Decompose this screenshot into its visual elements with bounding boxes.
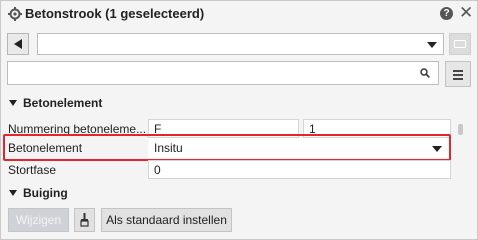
image-icon (454, 40, 466, 48)
search-icon[interactable] (420, 68, 430, 78)
search-field[interactable] (7, 61, 439, 85)
back-arrow-icon (14, 39, 22, 49)
section-buiging-label: Buiging (23, 186, 68, 200)
section-betonelement-label: Betonelement (23, 96, 103, 110)
properties-panel: Betonstrook (1 geselecteerd) ? ✕ Betonel… (0, 0, 478, 240)
gear-icon (8, 7, 22, 21)
selection-dropdown[interactable] (37, 33, 444, 55)
pick-properties-button[interactable] (74, 208, 95, 232)
image-button[interactable] (449, 33, 471, 55)
stortfase-field[interactable]: 0 (148, 160, 451, 179)
property-label-stortfase: Stortfase (8, 163, 57, 177)
dropdown-arrow-icon (427, 42, 437, 48)
property-row-stortfase: Stortfase 0 (5, 160, 451, 180)
panel-title: Betonstrook (1 geselecteerd) (25, 6, 205, 21)
section-buiging[interactable]: Buiging (9, 186, 68, 200)
scrollbar-thumb[interactable] (458, 124, 463, 135)
help-icon[interactable]: ? (440, 7, 453, 20)
modify-button[interactable]: Wijzigen (8, 208, 69, 232)
highlight-box (3, 134, 451, 161)
close-icon[interactable]: ✕ (459, 4, 473, 22)
back-button[interactable] (7, 33, 29, 55)
collapse-caret-icon (9, 190, 17, 196)
collapse-caret-icon (9, 100, 17, 106)
brush-icon (80, 213, 89, 227)
set-default-button[interactable]: Als standaard instellen (101, 208, 232, 232)
section-betonelement[interactable]: Betonelement (9, 96, 102, 110)
options-menu-button[interactable] (445, 61, 471, 87)
panel-titlebar: Betonstrook (1 geselecteerd) ? ✕ (1, 1, 477, 27)
